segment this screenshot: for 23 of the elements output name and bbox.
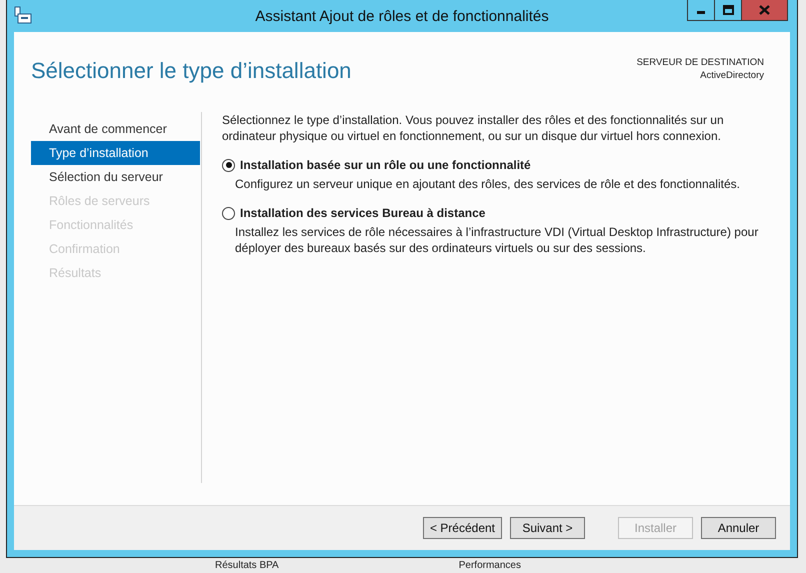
- destination-server: ActiveDirectory: [700, 69, 764, 82]
- option-description: Configurez un serveur unique en ajoutant des rôles, des services de rôle et des fonctionnalités.: [235, 176, 741, 192]
- destination-label: SERVEUR DE DESTINATION: [636, 56, 764, 69]
- wizard-button[interactable]: < Précédent: [422, 517, 502, 539]
- background-label: Résultats BPA: [215, 560, 279, 572]
- intro-text: Sélectionnez le type d’installation. Vous pouvez installer des rôles et des fonctionnalités sur un ordinateur physique ou virtuel en fonctionnement, ou sur un disque dur virtuel hors connexion.: [222, 112, 725, 144]
- option-label[interactable]: Installation des services Bureau à distance: [240, 206, 486, 220]
- background-label: Performances: [458, 560, 521, 572]
- wizard-button[interactable]: Annuler: [701, 517, 776, 539]
- radio-button[interactable]: [222, 206, 235, 220]
- wizard-step[interactable]: Avant de commencer: [31, 117, 200, 141]
- close-icon: [759, 5, 770, 15]
- window-title: Assistant Ajout de rôles et de fonctionnalités: [255, 8, 549, 24]
- wizard-step[interactable]: Type d’installation: [31, 141, 200, 165]
- server-icon: [14, 6, 32, 24]
- maximize-icon: [722, 5, 734, 15]
- option-label[interactable]: Installation basée sur un rôle ou une fonctionnalité: [240, 158, 531, 172]
- close-button[interactable]: [742, 0, 787, 20]
- wizard-button[interactable]: Suivant >: [510, 517, 585, 539]
- option-description: Installez les services de rôle nécessaires à l’infrastructure VDI (Virtual Desktop Infrastructure) pour déployer des bureaux basés sur des ordinateurs virtuels ou sur des sessions.: [235, 224, 760, 256]
- radio-button[interactable]: [222, 158, 235, 172]
- wizard-step[interactable]: Sélection du serveur: [31, 165, 200, 189]
- page-title: Sélectionner le type d’installation: [31, 58, 352, 85]
